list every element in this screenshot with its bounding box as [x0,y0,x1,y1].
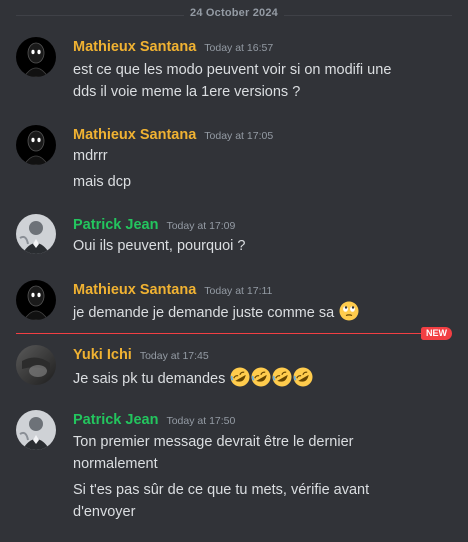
timestamp: Today at 17:11 [204,285,273,297]
message-text-row: Je sais pk tu demandes [73,367,448,390]
rofl-emoji-icon[interactable] [293,367,313,387]
author-name[interactable]: Patrick Jean [73,217,158,233]
date-divider-label: 24 October 2024 [184,7,284,19]
avatar-mathieux[interactable] [16,125,56,165]
message-text-row: je demande je demande juste comme sa [73,301,448,324]
rofl-emoji-icon[interactable] [251,367,271,387]
message-text: est ce que les modo peuvent voir si on m… [73,62,392,78]
author-name[interactable]: Mathieux Santana [73,282,196,298]
message-text: Je sais pk tu demandes [73,371,226,387]
message-text: Oui ils peuvent, pourquoi ? [73,238,246,254]
timestamp: Today at 17:45 [139,350,209,362]
author-name[interactable]: Mathieux Santana [73,127,196,143]
timestamp: Today at 17:50 [166,415,236,427]
message-text: dds il voie meme la 1ere versions ? [73,84,301,100]
message-text: mdrrr [73,148,108,164]
avatar-mathieux[interactable] [16,280,56,320]
new-messages-divider [16,333,452,334]
author-name[interactable]: Mathieux Santana [73,39,196,55]
rolling-eyes-emoji-icon[interactable] [339,301,359,321]
rofl-emoji-icon[interactable] [272,367,292,387]
timestamp: Today at 16:57 [204,42,274,54]
message-text: mais dcp [73,174,132,190]
message-text: je demande je demande juste comme sa [73,305,335,321]
avatar-yuki[interactable] [16,345,56,385]
avatar-patrick[interactable] [16,214,56,254]
avatar-patrick[interactable] [16,410,56,450]
new-badge: NEW [421,327,452,340]
message-text: Si t'es pas sûr de ce que tu mets, vérif… [73,482,370,498]
rofl-emoji-icon[interactable] [230,367,250,387]
date-divider: 24 October 2024 [16,7,452,19]
message-text: d'envoyer [73,504,136,520]
message-text: Ton premier message devrait être le dern… [73,434,354,450]
avatar-mathieux[interactable] [16,37,56,77]
timestamp: Today at 17:09 [166,220,236,232]
author-name[interactable]: Patrick Jean [73,412,158,428]
message-text: normalement [73,456,158,472]
timestamp: Today at 17:05 [204,130,274,142]
author-name[interactable]: Yuki Ichi [73,347,132,363]
